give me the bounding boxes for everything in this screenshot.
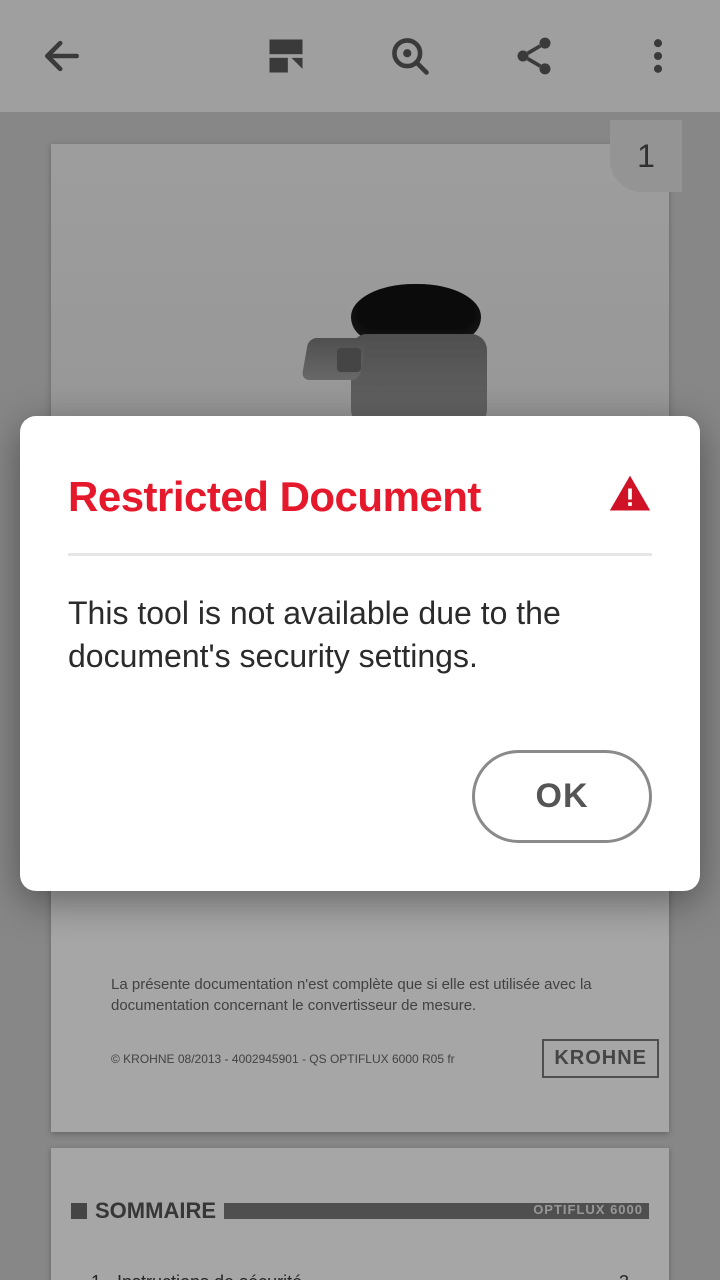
toc-item-number: 1 xyxy=(91,1272,117,1280)
ok-button[interactable]: OK xyxy=(472,750,652,843)
share-icon xyxy=(512,34,556,78)
copyright-text: © KROHNE 08/2013 - 4002945901 - QS OPTIF… xyxy=(111,1052,455,1066)
toc-product-label: OPTIFLUX 6000 xyxy=(533,1202,643,1217)
document-page-2: SOMMAIRE OPTIFLUX 6000 1 Instructions de… xyxy=(51,1148,669,1280)
app-toolbar xyxy=(0,0,720,112)
brand-logo: KROHNE xyxy=(542,1039,659,1078)
toc-row: 1 Instructions de sécurité 3 xyxy=(71,1272,649,1280)
restricted-document-dialog: Restricted Document This tool is not ava… xyxy=(20,416,700,891)
toc-heading: SOMMAIRE xyxy=(95,1198,216,1224)
page-number-badge: 1 xyxy=(610,120,682,192)
document-note: La présente documentation n'est complète… xyxy=(111,974,609,1016)
back-arrow-icon xyxy=(40,34,84,78)
dialog-title: Restricted Document xyxy=(68,473,481,521)
toc-item-title: Instructions de sécurité xyxy=(117,1272,619,1280)
warning-icon xyxy=(608,472,652,521)
toc-item-page: 3 xyxy=(619,1272,629,1280)
search-icon xyxy=(388,34,432,78)
back-button[interactable] xyxy=(30,24,94,88)
more-button[interactable] xyxy=(626,24,690,88)
text-reflow-icon xyxy=(264,34,308,78)
share-button[interactable] xyxy=(502,24,566,88)
text-reflow-button[interactable] xyxy=(254,24,318,88)
dialog-message: This tool is not available due to the do… xyxy=(68,592,652,678)
page-number: 1 xyxy=(637,138,655,175)
more-vert-icon xyxy=(636,34,680,78)
search-button[interactable] xyxy=(378,24,442,88)
